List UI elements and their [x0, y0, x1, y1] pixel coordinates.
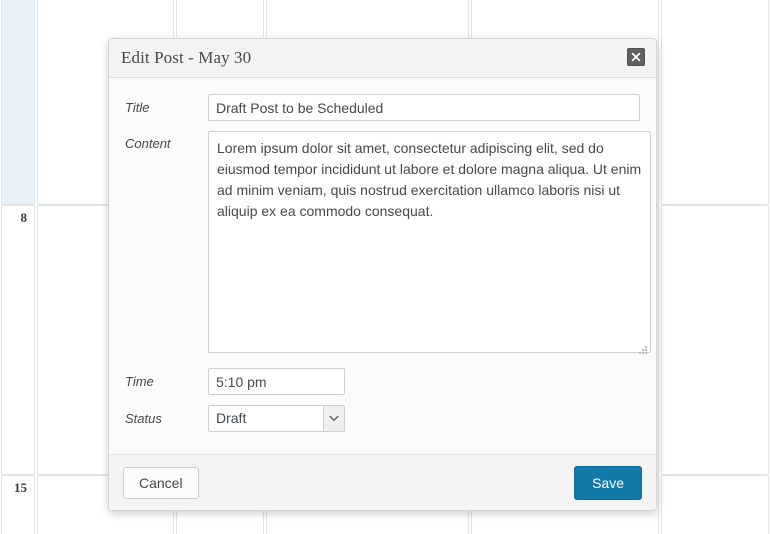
calendar-day-cell[interactable]: 8	[1, 205, 35, 475]
calendar-day-number: 8	[20, 210, 28, 225]
calendar-day-number: 15	[14, 480, 27, 495]
status-select[interactable]: DraftPublishedPending ReviewScheduledPri…	[208, 405, 345, 432]
screen: 8111518 Edit Post - May 30 Title Content…	[0, 0, 770, 534]
status-select-wrapper: DraftPublishedPending ReviewScheduledPri…	[208, 405, 345, 432]
field-row-title: Title	[125, 94, 640, 121]
content-label: Content	[125, 136, 171, 151]
field-row-time: Time	[125, 368, 640, 395]
time-input[interactable]	[208, 368, 345, 395]
title-label: Title	[125, 100, 150, 115]
field-row-status: Status DraftPublishedPending ReviewSched…	[125, 405, 640, 432]
save-button[interactable]: Save	[574, 465, 642, 500]
edit-post-dialog: Edit Post - May 30 Title Content Lorem i…	[108, 38, 657, 511]
dialog-title: Edit Post - May 30	[121, 48, 252, 67]
dialog-body: Title Content Lorem ipsum dolor sit amet…	[109, 78, 656, 454]
calendar-day-cell[interactable]: 15	[1, 475, 35, 534]
calendar-day-cell[interactable]	[661, 0, 769, 205]
time-label: Time	[125, 374, 154, 389]
close-icon[interactable]	[627, 48, 645, 66]
dialog-header: Edit Post - May 30	[109, 39, 656, 78]
cancel-button[interactable]: Cancel	[123, 466, 199, 499]
calendar-day-cell[interactable]	[661, 205, 769, 475]
calendar-day-cell[interactable]	[661, 475, 769, 534]
field-row-content: Content Lorem ipsum dolor sit amet, cons…	[125, 131, 651, 358]
content-textarea[interactable]: Lorem ipsum dolor sit amet, consectetur …	[208, 131, 651, 353]
content-wrapper: Lorem ipsum dolor sit amet, consectetur …	[208, 131, 651, 358]
dialog-footer: Cancel Save	[109, 454, 656, 510]
calendar-day-cell[interactable]	[1, 0, 35, 205]
status-label: Status	[125, 411, 162, 426]
title-input[interactable]	[208, 94, 640, 121]
